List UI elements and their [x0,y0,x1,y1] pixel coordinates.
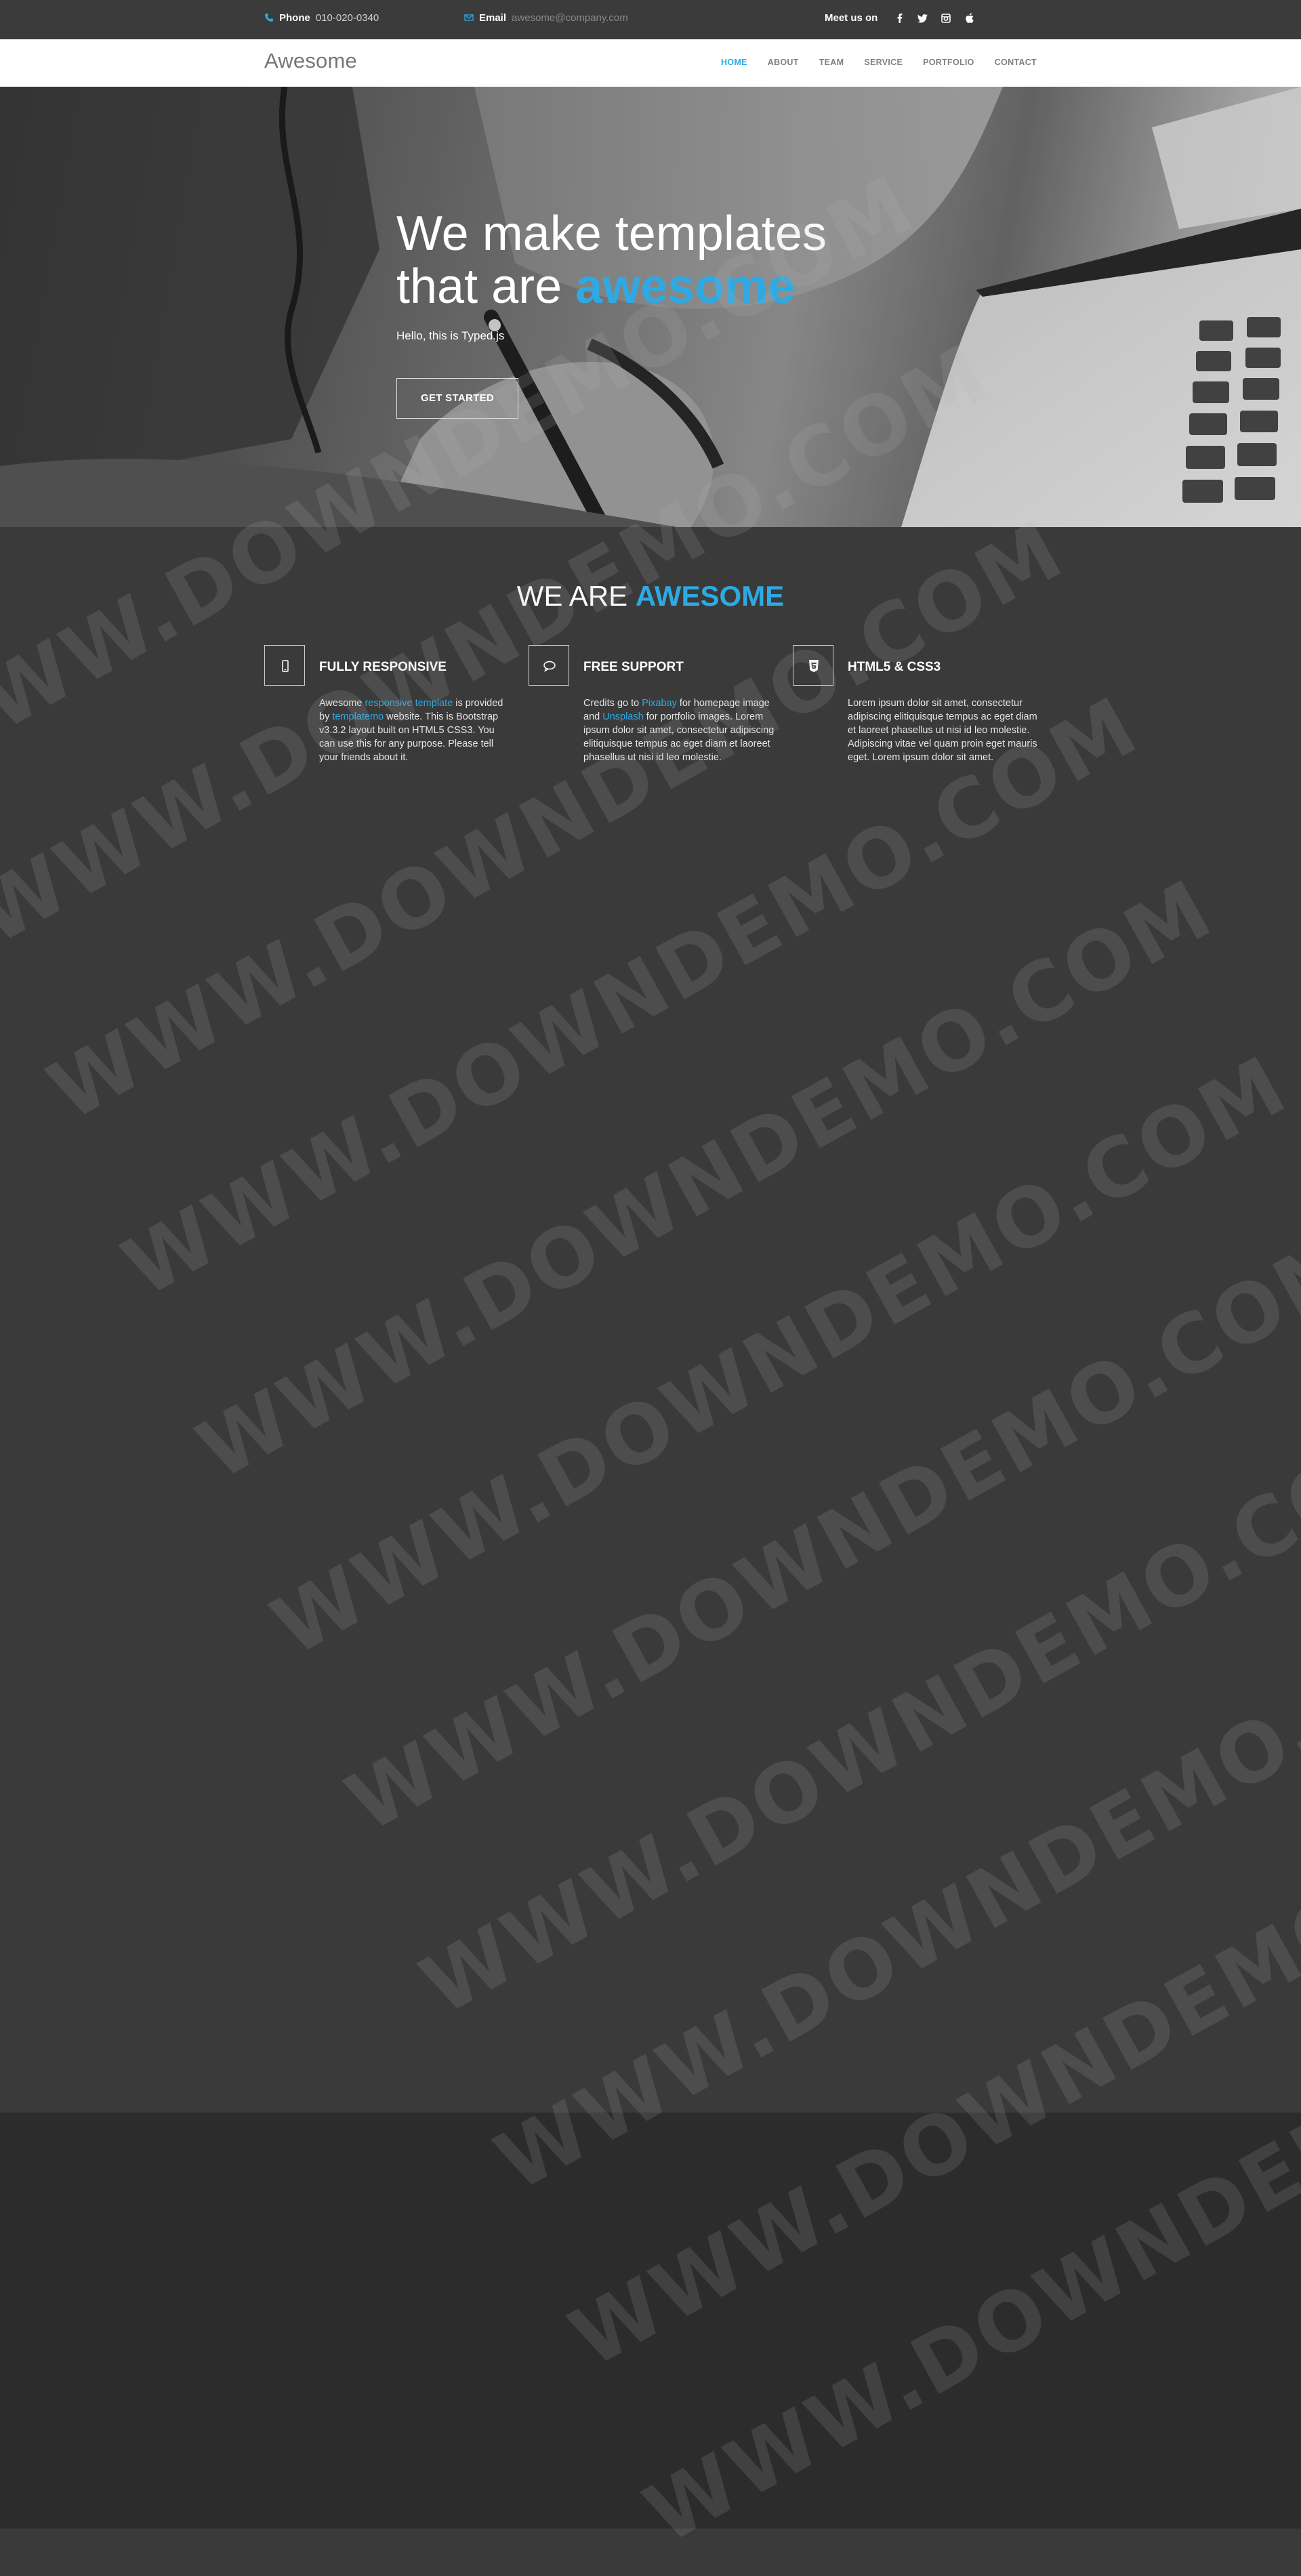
envelope-icon [464,13,474,22]
nav-item-portfolio[interactable]: PORTFOLIO [923,58,974,67]
email-label: Email [479,12,507,24]
feature-title: FREE SUPPORT [583,660,684,674]
instagram-icon[interactable] [941,14,951,24]
responsive-template-link[interactable]: responsive template [365,698,453,709]
social-links: Meet us on [825,12,984,25]
bottom-section [0,2529,1301,2576]
feature-text: Credits go to Pixabay for homepage image… [583,697,777,764]
feature-icon-box [264,645,305,686]
feature-text: Lorem ipsum dolor sit amet, consectetur … [848,698,1037,763]
feature-text-part: Credits go to [583,698,642,709]
feature-icon-box [793,645,833,686]
phone-value: 010-020-0340 [315,12,379,24]
contact-email: Email awesome@company.com [464,12,628,24]
facebook-icon[interactable] [894,13,905,24]
comment-icon [543,661,556,672]
feature-text-part: Awesome [319,698,365,709]
phone-icon [264,13,274,22]
hero-title: We make templates that are awesome [396,207,827,313]
nav-item-contact[interactable]: CONTACT [995,58,1037,67]
hero-title-line2: that are awesome [396,260,827,313]
nav-item-home[interactable]: HOME [721,58,747,67]
nav-menu: HOME ABOUT TEAM SERVICE PORTFOLIO CONTAC… [701,58,1037,67]
pixabay-link[interactable]: Pixabay [642,698,677,709]
brand-logo[interactable]: Awesome [264,49,357,73]
hero-title-line2-prefix: that are [396,259,576,314]
dark-section [0,2113,1301,2529]
feature-text: Awesome responsive template is provided … [319,697,512,764]
nav-item-about[interactable]: ABOUT [768,58,799,67]
phone-label: Phone [279,12,310,24]
hero-subtitle: Hello, this is Typed.js [396,329,505,342]
html5-icon [809,660,819,672]
twitter-icon[interactable] [917,14,928,25]
hero-title-line1: We make templates [396,207,827,261]
unsplash-link[interactable]: Unsplash [602,711,643,722]
hero-content: We make templates that are awesome Hello… [396,207,827,419]
top-bar: Phone 010-020-0340 Email awesome@company.c… [0,0,1301,39]
nav-item-team[interactable]: TEAM [819,58,844,67]
feature-title: HTML5 & CSS3 [848,660,941,674]
hero-section: We make templates that are awesome Hello… [0,87,1301,527]
feature-icon-box [529,645,569,686]
mobile-icon [282,660,289,672]
get-started-button[interactable]: GET STARTED [396,378,518,419]
email-link[interactable]: awesome@company.com [512,12,628,24]
feature-title: FULLY RESPONSIVE [319,660,447,674]
contact-phone: Phone 010-020-0340 [264,12,379,24]
about-section: WE ARE AWESOME FULLY RESPONSIVE Awesome … [0,527,1301,2113]
hero-title-highlight: awesome [575,259,796,314]
section-title: WE ARE AWESOME [0,580,1301,612]
apple-icon[interactable] [964,13,974,24]
section-title-highlight: AWESOME [635,580,785,612]
section-title-prefix: WE ARE [516,580,636,612]
social-label: Meet us on [825,12,878,24]
nav-item-service[interactable]: SERVICE [864,58,903,67]
main-navbar: Awesome HOME ABOUT TEAM SERVICE PORTFOLI… [0,39,1301,87]
templatemo-link[interactable]: templatemo [332,711,384,722]
